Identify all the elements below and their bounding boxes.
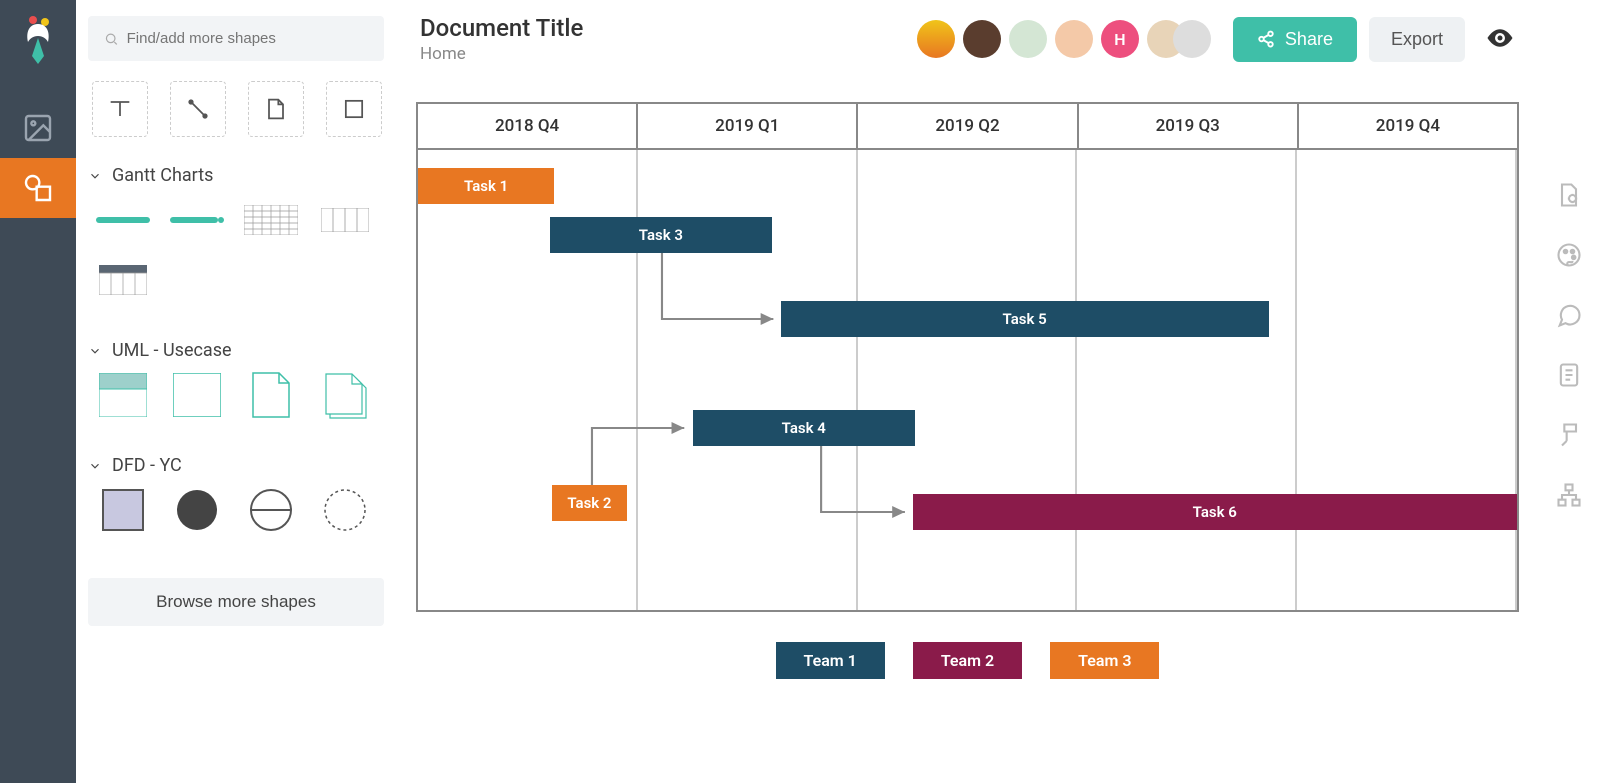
chevron-down-icon <box>88 459 102 473</box>
structure-panel-button[interactable] <box>1554 480 1584 510</box>
gantt-task-4[interactable]: Task 4 <box>693 410 915 446</box>
gantt-shape-1[interactable] <box>96 200 150 240</box>
section-label: DFD - YC <box>112 455 182 476</box>
share-button[interactable]: Share <box>1233 17 1357 62</box>
theme-panel-button[interactable] <box>1554 240 1584 270</box>
gantt-body: Task 1 Task 3 Task 5 Task 4 Task 2 Task … <box>418 150 1517 610</box>
preview-button[interactable] <box>1485 23 1515 56</box>
uml-shape-1[interactable] <box>96 375 150 415</box>
avatar[interactable] <box>1009 20 1047 58</box>
right-rail <box>1539 0 1599 783</box>
dfd-shape-1[interactable] <box>96 490 150 530</box>
gantt-column-header: 2019 Q1 <box>638 104 858 148</box>
collaborator-avatars: H <box>917 20 1211 58</box>
uml-shape-4[interactable] <box>318 375 372 415</box>
export-button[interactable]: Export <box>1369 17 1465 62</box>
text-tool[interactable] <box>92 81 148 137</box>
legend-team2: Team 2 <box>913 642 1022 679</box>
gantt-shape-3[interactable] <box>244 200 298 240</box>
share-icon <box>1257 30 1275 48</box>
dfd-shape-3[interactable] <box>244 490 298 530</box>
image-panel-button[interactable] <box>0 98 76 158</box>
main-area: Document Title Home H Share Export <box>396 0 1539 783</box>
gantt-legend: Team 1 Team 2 Team 3 <box>416 642 1519 679</box>
gantt-task-5[interactable]: Task 5 <box>781 301 1269 337</box>
topbar: Document Title Home H Share Export <box>396 0 1539 72</box>
note-tool[interactable] <box>248 81 304 137</box>
legend-team1: Team 1 <box>776 642 885 679</box>
share-label: Share <box>1285 29 1333 50</box>
shapes-sidebar: Gantt Charts UML - Usecase DFD - YC <box>76 0 396 783</box>
section-label: Gantt Charts <box>112 165 213 186</box>
legend-team3: Team 3 <box>1050 642 1159 679</box>
settings-panel-button[interactable] <box>1554 180 1584 210</box>
rect-tool[interactable] <box>326 81 382 137</box>
document-title[interactable]: Document Title <box>420 14 905 42</box>
format-panel-button[interactable] <box>1554 420 1584 450</box>
eye-icon <box>1485 23 1515 53</box>
dfd-shape-4[interactable] <box>318 490 372 530</box>
gantt-task-6[interactable]: Task 6 <box>913 494 1517 530</box>
line-tool[interactable] <box>170 81 226 137</box>
avatar[interactable] <box>1173 20 1211 58</box>
gantt-task-2[interactable]: Task 2 <box>552 485 627 521</box>
chevron-down-icon <box>88 344 102 358</box>
avatar[interactable] <box>917 20 955 58</box>
section-dfd[interactable]: DFD - YC <box>88 455 384 476</box>
app-logo <box>18 12 58 68</box>
uml-shape-2[interactable] <box>170 375 224 415</box>
gantt-shape-4[interactable] <box>318 200 372 240</box>
uml-shape-3[interactable] <box>244 375 298 415</box>
browse-shapes-button[interactable]: Browse more shapes <box>88 578 384 626</box>
gantt-column-header: 2019 Q3 <box>1079 104 1299 148</box>
comments-panel-button[interactable] <box>1554 300 1584 330</box>
gantt-task-1[interactable]: Task 1 <box>418 168 554 204</box>
canvas[interactable]: 2018 Q4 2019 Q1 2019 Q2 2019 Q3 2019 Q4 … <box>396 72 1539 783</box>
avatar[interactable] <box>963 20 1001 58</box>
gantt-column-header: 2019 Q4 <box>1299 104 1517 148</box>
section-gantt[interactable]: Gantt Charts <box>88 165 384 186</box>
gantt-task-3[interactable]: Task 3 <box>550 217 772 253</box>
section-label: UML - Usecase <box>112 340 232 361</box>
gantt-shape-5[interactable] <box>96 260 150 300</box>
section-uml[interactable]: UML - Usecase <box>88 340 384 361</box>
search-icon <box>104 31 119 47</box>
dfd-shape-2[interactable] <box>170 490 224 530</box>
gantt-column-header: 2018 Q4 <box>418 104 638 148</box>
gantt-column-header: 2019 Q2 <box>858 104 1078 148</box>
breadcrumb[interactable]: Home <box>420 44 905 64</box>
gantt-chart[interactable]: 2018 Q4 2019 Q1 2019 Q2 2019 Q3 2019 Q4 … <box>416 102 1519 612</box>
avatar[interactable]: H <box>1101 20 1139 58</box>
shape-search-input[interactable] <box>127 30 368 47</box>
shape-search[interactable] <box>88 16 384 61</box>
gantt-shape-2[interactable] <box>170 200 224 240</box>
chevron-down-icon <box>88 169 102 183</box>
shapes-panel-button[interactable] <box>0 158 76 218</box>
notes-panel-button[interactable] <box>1554 360 1584 390</box>
left-rail <box>0 0 76 783</box>
avatar[interactable] <box>1055 20 1093 58</box>
